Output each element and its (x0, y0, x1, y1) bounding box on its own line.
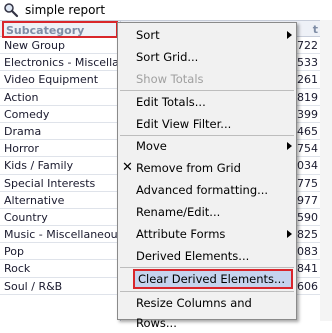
row-label: Video Equipment (4, 73, 99, 87)
row-label: Drama (4, 124, 42, 138)
remove-x-icon: ✕ (122, 160, 133, 175)
menu-item-move[interactable]: Move (118, 136, 296, 156)
menu-item-label: Rename/Edit... (136, 205, 221, 219)
row-label: Action (4, 90, 39, 104)
menu-item-edit-view-filter[interactable]: Edit View Filter... (118, 114, 296, 134)
menu-item-label: Move (136, 139, 167, 153)
row-value: ,590 (293, 210, 319, 224)
row-label: New Group (4, 39, 65, 52)
subcategory-header[interactable]: Subcategory (2, 21, 118, 38)
menu-item-label: Show Totals (136, 72, 204, 86)
menu-item-advanced-formatting[interactable]: Advanced formatting... (118, 180, 296, 200)
row-label: Alternative (4, 193, 65, 207)
row-label: Pop (4, 245, 24, 259)
menu-item-label: Derived Elements... (136, 249, 250, 263)
row-value: ,754 (293, 142, 319, 156)
menu-item-attribute-forms[interactable]: Attribute Forms (118, 224, 296, 244)
context-menu: Sort Sort Grid... Show Totals Edit Total… (117, 22, 297, 330)
row-value: ,819 (293, 90, 319, 104)
submenu-arrow-icon (287, 230, 292, 238)
menu-item-show-totals: Show Totals (118, 69, 296, 89)
row-label: Comedy (4, 107, 50, 121)
menu-item-remove-from-grid[interactable]: ✕ Remove from Grid (118, 158, 296, 178)
menu-item-label: Resize Columns and Rows... (136, 296, 252, 330)
menu-item-clear-derived-elements[interactable]: Clear Derived Elements... (133, 269, 293, 289)
row-label: Horror (4, 142, 39, 156)
report-toolbar: simple report (0, 0, 332, 20)
row-label: Special Interests (4, 176, 96, 190)
row-value: ,083 (293, 245, 319, 259)
row-value: ,034 (293, 159, 319, 173)
row-value: ,533 (293, 56, 319, 70)
menu-item-label: Edit View Filter... (136, 117, 232, 131)
row-label: Soul / R&B (4, 279, 63, 293)
submenu-arrow-icon (287, 31, 292, 39)
row-value: ,775 (293, 176, 319, 190)
submenu-arrow-icon (287, 142, 292, 150)
menu-item-label: Sort Grid... (136, 50, 199, 64)
menu-separator (120, 291, 294, 292)
row-label: Country (4, 210, 48, 224)
row-label: Kids / Family (4, 159, 74, 173)
row-value: ,261 (293, 73, 319, 87)
grid-scrollbar[interactable] (320, 20, 332, 321)
menu-item-edit-totals[interactable]: Edit Totals... (118, 92, 296, 112)
menu-item-label: Remove from Grid (136, 161, 241, 175)
row-label: Music - Miscellaneous (4, 228, 118, 242)
metric-header[interactable]: t (313, 21, 318, 38)
row-label: Electronics - Miscellane (4, 56, 118, 70)
row-value: ,606 (293, 279, 319, 293)
row-value: ,825 (293, 228, 319, 242)
menu-item-label: Sort (136, 28, 160, 42)
menu-item-sort[interactable]: Sort (118, 25, 296, 45)
row-value: ,977 (293, 193, 319, 207)
menu-item-label: Advanced formatting... (136, 183, 269, 197)
menu-item-label: Edit Totals... (136, 95, 206, 109)
menu-item-label: Clear Derived Elements... (138, 272, 285, 286)
menu-separator (120, 90, 294, 91)
report-title: simple report (25, 3, 106, 17)
row-value: ,399 (293, 107, 319, 121)
row-label: Rock (4, 262, 31, 276)
menu-item-derived-elements[interactable]: Derived Elements... (118, 246, 296, 266)
menu-item-rename-edit[interactable]: Rename/Edit... (118, 202, 296, 222)
menu-item-label: Attribute Forms (136, 227, 226, 241)
menu-item-resize-columns-rows[interactable]: Resize Columns and Rows... (118, 293, 296, 330)
search-icon[interactable] (3, 2, 19, 18)
row-value: ,465 (293, 124, 319, 138)
menu-separator (120, 267, 294, 268)
menu-item-sort-grid[interactable]: Sort Grid... (118, 47, 296, 67)
row-value: ,841 (293, 262, 319, 276)
